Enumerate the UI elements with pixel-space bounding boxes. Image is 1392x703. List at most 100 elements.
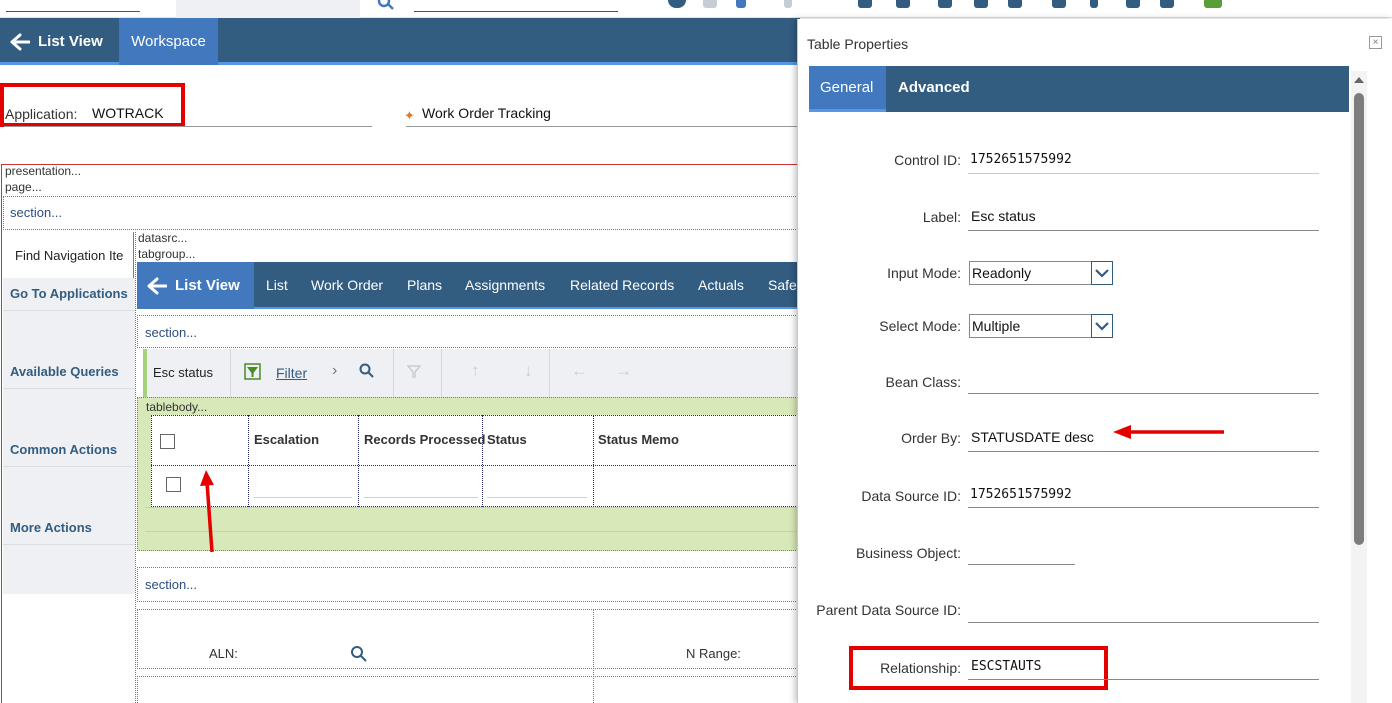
tab-plans[interactable]: Plans	[407, 262, 442, 309]
data-source-id-label: Data Source ID:	[861, 488, 961, 504]
gear-green-icon[interactable]	[1204, 0, 1222, 8]
table-section[interactable]	[137, 315, 800, 348]
bottom-section-2[interactable]	[137, 676, 800, 703]
toolbar-icon-3[interactable]	[938, 0, 952, 8]
column-header-status-memo[interactable]: Status Memo	[598, 415, 679, 465]
arrow-up-icon[interactable]: ↑	[471, 361, 480, 381]
input-mode-value: Readonly	[972, 265, 1032, 281]
search-icon[interactable]	[359, 363, 375, 379]
top-toolbar	[0, 0, 1392, 18]
select-all-checkbox[interactable]	[160, 434, 175, 449]
control-id-value[interactable]: 1752651575992	[970, 152, 1072, 167]
scroll-up-icon[interactable]	[1351, 73, 1367, 87]
workspace-tab[interactable]: Workspace	[119, 18, 218, 65]
list-view-button[interactable]: List View	[10, 18, 103, 65]
datasrc-label[interactable]: datasrc...	[138, 231, 187, 245]
row-checkbox[interactable]	[166, 477, 181, 492]
tab-actuals[interactable]: Actuals	[698, 262, 744, 309]
toolbar-icon-8[interactable]	[1126, 0, 1140, 8]
check-icon[interactable]	[736, 0, 746, 8]
sidebar-item-label: Go To Applications	[10, 286, 128, 301]
toolbar-icon-6[interactable]	[1052, 0, 1066, 8]
sidebar-item-common-actions[interactable]: Common Actions	[3, 390, 135, 467]
content-divider	[135, 232, 136, 703]
input-mode-select[interactable]: Readonly	[969, 261, 1113, 285]
arrow-right-icon[interactable]: →	[615, 361, 632, 381]
bulletin-icon[interactable]	[703, 0, 717, 8]
tab-related-records[interactable]: Related Records	[570, 262, 674, 309]
filter-icon[interactable]	[244, 363, 262, 381]
tab-general[interactable]: General	[809, 66, 886, 112]
tab-list[interactable]: List	[266, 262, 288, 309]
list-view-label: List View	[38, 33, 103, 50]
search-icon[interactable]	[350, 645, 368, 663]
close-icon[interactable]: ×	[1369, 36, 1382, 49]
column-header-escalation[interactable]: Escalation	[254, 415, 319, 465]
sidebar-item-more-actions[interactable]: More Actions	[3, 468, 135, 545]
input-mode-dropdown-button[interactable]	[1091, 261, 1113, 285]
toolbar-divider	[549, 349, 550, 398]
control-id-label: Control ID:	[894, 152, 961, 168]
top-section[interactable]	[3, 196, 800, 230]
dialog-scrollbar-thumb[interactable]	[1354, 93, 1364, 545]
column-header-status[interactable]: Status	[487, 415, 527, 465]
arrow-left-icon[interactable]: ←	[571, 361, 588, 381]
inner-list-view-button[interactable]: List View	[137, 262, 254, 309]
application-description[interactable]: Work Order Tracking	[422, 105, 551, 121]
required-star-icon: ✦	[404, 108, 415, 123]
application-underline	[4, 126, 372, 127]
control-id-underline	[968, 173, 1319, 174]
grid-line	[248, 415, 249, 507]
tab-advanced[interactable]: Advanced	[887, 66, 981, 112]
page-label[interactable]: page...	[5, 180, 42, 194]
dialog-scrollbar[interactable]	[1351, 71, 1367, 703]
column-header-records-processed[interactable]: Records Processed	[364, 415, 485, 465]
toolbar-icon-1[interactable]	[858, 0, 872, 8]
label-field-value[interactable]: Esc status	[971, 208, 1036, 224]
sidebar-item-label: Common Actions	[10, 442, 118, 457]
tab-assignments[interactable]: Assignments	[465, 262, 545, 309]
order-by-label: Order By:	[901, 430, 961, 446]
dialog-title: Table Properties	[807, 36, 909, 52]
lower-section-label: section...	[145, 577, 198, 592]
bean-class-label: Bean Class:	[885, 374, 961, 390]
presentation-label[interactable]: presentation...	[5, 164, 81, 178]
top-search-icon[interactable]	[376, 0, 396, 10]
find-navigation-input[interactable]: Find Navigation Ite	[15, 248, 129, 263]
top-field-2[interactable]	[414, 0, 618, 12]
sidebar-item-available-queries[interactable]: Available Queries	[3, 312, 135, 389]
chevron-right-icon[interactable]: ›	[332, 362, 337, 380]
relationship-value[interactable]: ESCSTAUTS	[971, 659, 1041, 674]
data-source-id-value[interactable]: 1752651575992	[970, 487, 1072, 502]
arrow-down-icon[interactable]: ↓	[524, 361, 533, 381]
top-find-application-tab[interactable]	[176, 0, 360, 18]
toolbar-icon-7[interactable]	[1090, 0, 1098, 8]
toolbar-icon-4[interactable]	[974, 0, 988, 8]
toolbar-icon-9[interactable]	[1160, 0, 1174, 8]
select-mode-select[interactable]: Multiple	[969, 314, 1113, 338]
lower-section[interactable]	[137, 567, 800, 602]
tabgroup-label[interactable]: tabgroup...	[138, 247, 195, 261]
data-source-id-underline	[968, 507, 1319, 508]
parent-data-source-id-underline	[968, 622, 1319, 623]
application-value[interactable]: WOTRACK	[92, 105, 164, 121]
clear-filter-icon[interactable]	[407, 364, 421, 380]
filter-link[interactable]: Filter	[276, 365, 307, 381]
back-arrow-icon	[147, 277, 167, 294]
back-arrow-icon[interactable]	[784, 0, 792, 8]
parent-data-source-id-label: Parent Data Source ID:	[816, 602, 961, 618]
select-mode-value: Multiple	[972, 318, 1021, 334]
row-cell-line	[254, 497, 352, 498]
toolbar-icon-2[interactable]	[896, 0, 910, 8]
toolbar-icon-5[interactable]	[1008, 0, 1022, 8]
order-by-value[interactable]: STATUSDATE desc	[971, 429, 1094, 445]
annotation-arrow-up	[200, 470, 214, 553]
help-icon[interactable]	[668, 0, 686, 8]
top-field-1[interactable]	[6, 0, 140, 12]
tablebody-label: tablebody...	[146, 400, 208, 414]
tab-work-order[interactable]: Work Order	[311, 262, 383, 309]
table-properties-dialog: Table Properties × General Advanced Cont…	[797, 19, 1392, 703]
sidebar-item-go-to-applications[interactable]: Go To Applications	[3, 278, 135, 311]
table-grid: Escalation Records Processed Status Stat…	[151, 415, 800, 507]
select-mode-dropdown-button[interactable]	[1091, 314, 1113, 338]
